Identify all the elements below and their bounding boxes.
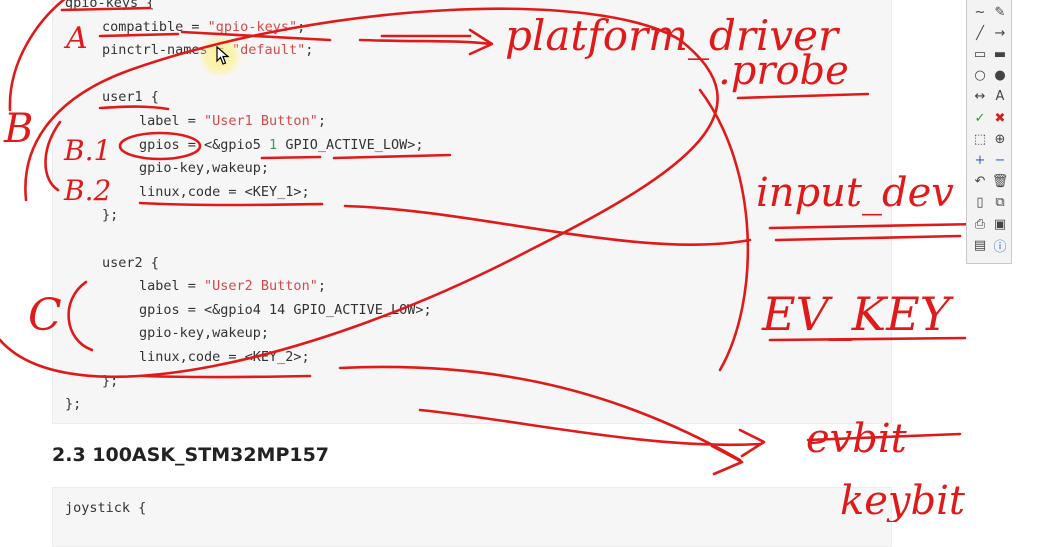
code-token: label = bbox=[139, 278, 205, 295]
check-icon[interactable]: ✓ bbox=[971, 109, 989, 127]
undo-icon[interactable]: ↶ bbox=[971, 173, 989, 191]
select-region-icon[interactable]: ⬚ bbox=[971, 130, 989, 148]
eraser-icon[interactable]: ✎ bbox=[991, 3, 1009, 21]
code-token: }; bbox=[102, 207, 119, 224]
code-token: ; bbox=[317, 113, 326, 129]
code-token: "User1 Button" bbox=[204, 113, 318, 129]
code-token: user2 { bbox=[102, 254, 159, 271]
trash-icon[interactable]: 🗑 bbox=[991, 173, 1009, 191]
rectangle-outline-icon[interactable]: ▭ bbox=[971, 45, 989, 63]
line-icon[interactable]: ╱ bbox=[971, 24, 989, 42]
code-line: }; bbox=[102, 371, 118, 391]
new-page-icon[interactable]: ▯ bbox=[971, 194, 989, 212]
code-line: gpio-key,wakeup; bbox=[139, 323, 269, 343]
code-line: compatible = "gpio-keys"; bbox=[102, 17, 305, 37]
code-line: linux,code = <KEY_1>; bbox=[139, 182, 310, 202]
code-line: label = "User1 Button"; bbox=[139, 111, 326, 131]
code-token: gpios = <&gpio4 14 GPIO_ACTIVE_LOW>; bbox=[139, 301, 432, 318]
annotation-label-b: B bbox=[3, 106, 33, 152]
code-token: gpio-key,wakeup; bbox=[139, 325, 270, 342]
code-line: gpio-keys { bbox=[65, 0, 154, 13]
ellipse-outline-icon[interactable]: ○ bbox=[971, 67, 989, 85]
minus-icon[interactable]: − bbox=[991, 151, 1009, 169]
save-icon[interactable]: ▣ bbox=[991, 215, 1009, 233]
code-token: label = bbox=[139, 113, 205, 129]
mouse-pointer-icon bbox=[216, 46, 230, 65]
code-token: "gpio-keys" bbox=[207, 18, 298, 35]
arrow-line-icon[interactable]: → bbox=[991, 24, 1009, 42]
print-icon[interactable]: ⎙ bbox=[971, 215, 989, 233]
code-token: ; bbox=[317, 278, 326, 295]
code-line: gpio-key,wakeup; bbox=[139, 158, 269, 178]
code-line: }; bbox=[65, 394, 81, 414]
code-block-gpio-keys: gpio-keys {compatible = "gpio-keys"; pinc… bbox=[52, 0, 892, 424]
code-token: ; bbox=[305, 42, 314, 59]
screenshot-icon[interactable]: ▤ bbox=[971, 236, 989, 254]
code-line: user2 { bbox=[102, 253, 159, 273]
code-token: "User2 Button" bbox=[204, 278, 318, 295]
code-line: gpios = <&gpio5 1 GPIO_ACTIVE_LOW>; bbox=[139, 135, 424, 155]
code-token: joystick { bbox=[65, 500, 147, 516]
code-line: joystick { bbox=[65, 498, 146, 518]
code-line: label = "User2 Button"; bbox=[139, 276, 326, 296]
code-token: }; bbox=[102, 372, 119, 389]
curve-pen-icon[interactable]: ~ bbox=[971, 3, 989, 21]
code-token: gpio-keys { bbox=[65, 0, 155, 11]
code-token: 1 bbox=[269, 136, 278, 153]
code-token: linux,code = <KEY_2>; bbox=[139, 349, 310, 365]
ellipse-filled-icon[interactable]: ● bbox=[991, 67, 1009, 85]
ink-stroke bbox=[806, 432, 962, 442]
copy-icon[interactable]: ⧉ bbox=[991, 194, 1009, 212]
code-block-joystick: joystick { bbox=[52, 487, 892, 547]
code-line: }; bbox=[102, 205, 118, 225]
code-token: compatible = bbox=[102, 18, 208, 35]
drawing-toolbox: ~ ✎ ╱ → ▭ ▬ ○ ● ↔ A ✓ ✖ ⬚ ⊕ + − ↶ 🗑 ▯ ⧉ ⎙ ▣ ▤ ⓘ bbox=[966, 0, 1012, 264]
code-token: GPIO_ACTIVE_LOW>; bbox=[277, 136, 424, 153]
code-line: gpios = <&gpio4 14 GPIO_ACTIVE_LOW>; bbox=[139, 300, 432, 320]
text-tool-icon[interactable]: A bbox=[991, 88, 1009, 106]
code-line: linux,code = <KEY_2>; bbox=[139, 347, 310, 367]
rectangle-filled-icon[interactable]: ▬ bbox=[991, 45, 1009, 63]
zoom-in-icon[interactable]: ⊕ bbox=[991, 130, 1009, 148]
code-token: ; bbox=[297, 18, 306, 35]
code-token: linux,code = <KEY_1>; bbox=[139, 183, 310, 200]
code-token: gpio-key,wakeup; bbox=[139, 160, 270, 177]
code-token: gpios = <&gpio5 bbox=[139, 136, 270, 153]
code-token: }; bbox=[65, 396, 82, 413]
code-line: user1 { bbox=[102, 87, 159, 107]
plus-icon[interactable]: + bbox=[971, 151, 989, 169]
delete-x-icon[interactable]: ✖ bbox=[991, 109, 1009, 127]
info-icon[interactable]: ⓘ bbox=[991, 236, 1009, 255]
code-token: user1 { bbox=[102, 89, 159, 106]
double-arrow-icon[interactable]: ↔ bbox=[971, 88, 989, 106]
section-heading: 2.3 100ASK_STM32MP157 bbox=[52, 444, 330, 466]
